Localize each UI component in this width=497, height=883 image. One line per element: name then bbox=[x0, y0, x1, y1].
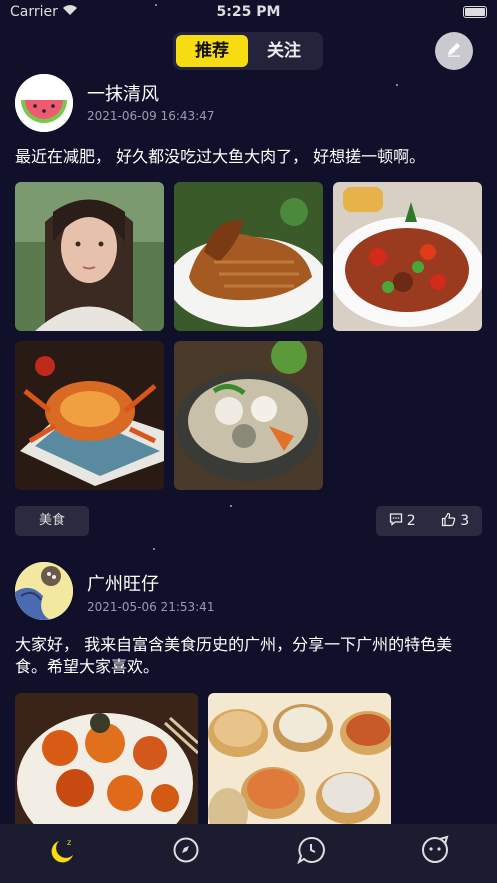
avatar[interactable] bbox=[15, 74, 73, 132]
post-image[interactable] bbox=[15, 182, 164, 331]
comment-button[interactable]: 2 bbox=[389, 512, 416, 530]
post-time: 2021-06-09 16:43:47 bbox=[87, 109, 215, 123]
moon-icon: z bbox=[47, 835, 77, 869]
post-time: 2021-05-06 21:53:41 bbox=[87, 600, 215, 614]
post-image[interactable] bbox=[333, 182, 482, 331]
post-image[interactable] bbox=[208, 693, 391, 824]
pencil-icon bbox=[445, 40, 463, 62]
post-feed[interactable]: 一抹清风 2021-06-09 16:43:47 最近在减肥， 好久都没吃过大鱼… bbox=[0, 74, 497, 824]
post-card: 一抹清风 2021-06-09 16:43:47 最近在减肥， 好久都没吃过大鱼… bbox=[0, 74, 497, 536]
tab-messages[interactable] bbox=[293, 834, 329, 870]
thumbs-up-icon bbox=[441, 512, 456, 531]
username[interactable]: 广州旺仔 bbox=[87, 570, 159, 596]
face-icon bbox=[420, 835, 450, 869]
compose-button[interactable] bbox=[435, 32, 473, 70]
post-text: 最近在减肥， 好久都没吃过大鱼大肉了， 好想搓一顿啊。 bbox=[15, 147, 426, 166]
like-count: 3 bbox=[460, 513, 470, 529]
tab-recommend[interactable]: 推荐 bbox=[176, 35, 248, 67]
battery-icon bbox=[463, 6, 487, 18]
tab-discover[interactable] bbox=[168, 834, 204, 870]
comment-icon bbox=[389, 512, 403, 530]
post-image[interactable] bbox=[15, 341, 164, 490]
comment-count: 2 bbox=[406, 513, 416, 529]
category-tag[interactable]: 美食 bbox=[15, 506, 89, 536]
post-image[interactable] bbox=[174, 341, 323, 490]
avatar[interactable] bbox=[15, 562, 73, 620]
post-text: 大家好， 我来自富含美食历史的广州，分享一下广州的特色美食。希望大家喜欢。 bbox=[15, 635, 453, 676]
tab-profile[interactable] bbox=[417, 834, 453, 870]
svg-text:z: z bbox=[67, 838, 71, 847]
clock: 5:25 PM bbox=[216, 4, 281, 20]
bottom-tab-bar: z bbox=[0, 824, 497, 883]
compass-icon bbox=[172, 836, 200, 868]
post-stats: 2 3 bbox=[376, 506, 482, 536]
post-image[interactable] bbox=[174, 182, 323, 331]
post-card: 广州旺仔 2021-05-06 21:53:41 大家好， 我来自富含美食历史的… bbox=[0, 562, 497, 824]
tab-follow[interactable]: 关注 bbox=[248, 35, 320, 67]
tab-home[interactable]: z bbox=[44, 834, 80, 870]
like-button[interactable]: 3 bbox=[441, 512, 469, 531]
username[interactable]: 一抹清风 bbox=[87, 80, 159, 106]
post-image[interactable] bbox=[15, 693, 198, 824]
feed-tab-switcher: 推荐 关注 bbox=[173, 32, 323, 70]
status-bar: Carrier 5:25 PM bbox=[0, 0, 497, 26]
chat-icon bbox=[296, 835, 326, 869]
